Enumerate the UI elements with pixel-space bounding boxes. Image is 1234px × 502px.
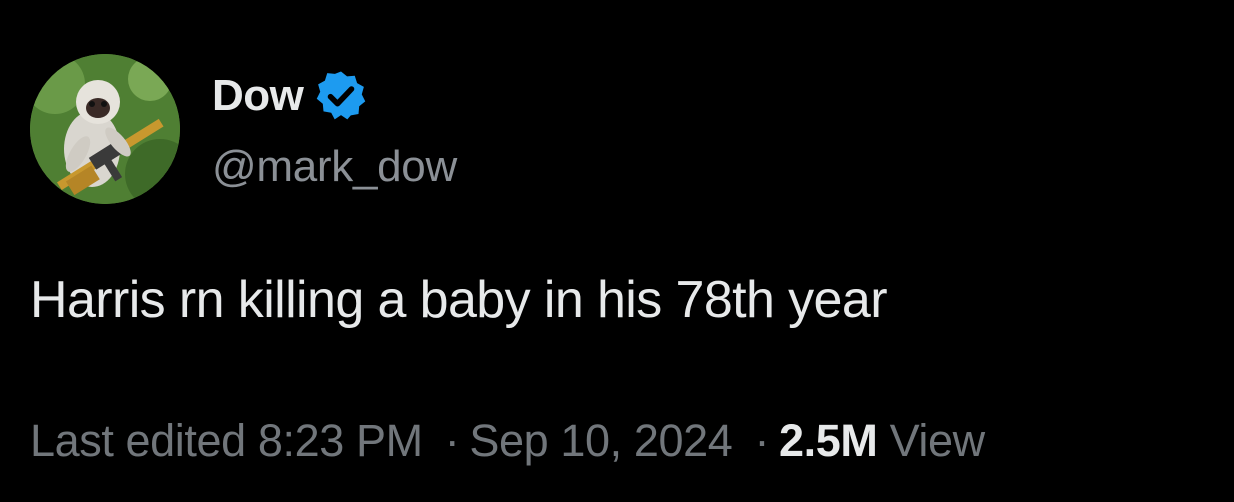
views-count[interactable]: 2.5M [779, 415, 878, 466]
monkey-with-rifle-avatar-icon [30, 54, 180, 204]
tweet-text: Harris rn killing a baby in his 78th yea… [30, 271, 888, 329]
tweet-meta: Last edited 8:23 PM · Sep 10, 2024 · 2.5M … [30, 415, 985, 467]
author-handle[interactable]: @mark_dow [212, 142, 457, 192]
views-label[interactable]: View [890, 415, 986, 466]
verified-badge-icon[interactable] [313, 68, 369, 124]
meta-separator: · [754, 415, 770, 466]
edited-label[interactable]: Last edited [30, 415, 246, 466]
tweet-time[interactable]: 8:23 PM [258, 415, 423, 466]
tweet-date[interactable]: Sep 10, 2024 [469, 415, 732, 466]
author-name-row: Dow [212, 66, 369, 126]
tweet-card: Dow @mark_dow Harris rn killing a baby i… [0, 0, 1234, 502]
avatar[interactable] [30, 54, 180, 204]
meta-separator: · [444, 415, 460, 466]
display-name[interactable]: Dow [212, 71, 304, 121]
